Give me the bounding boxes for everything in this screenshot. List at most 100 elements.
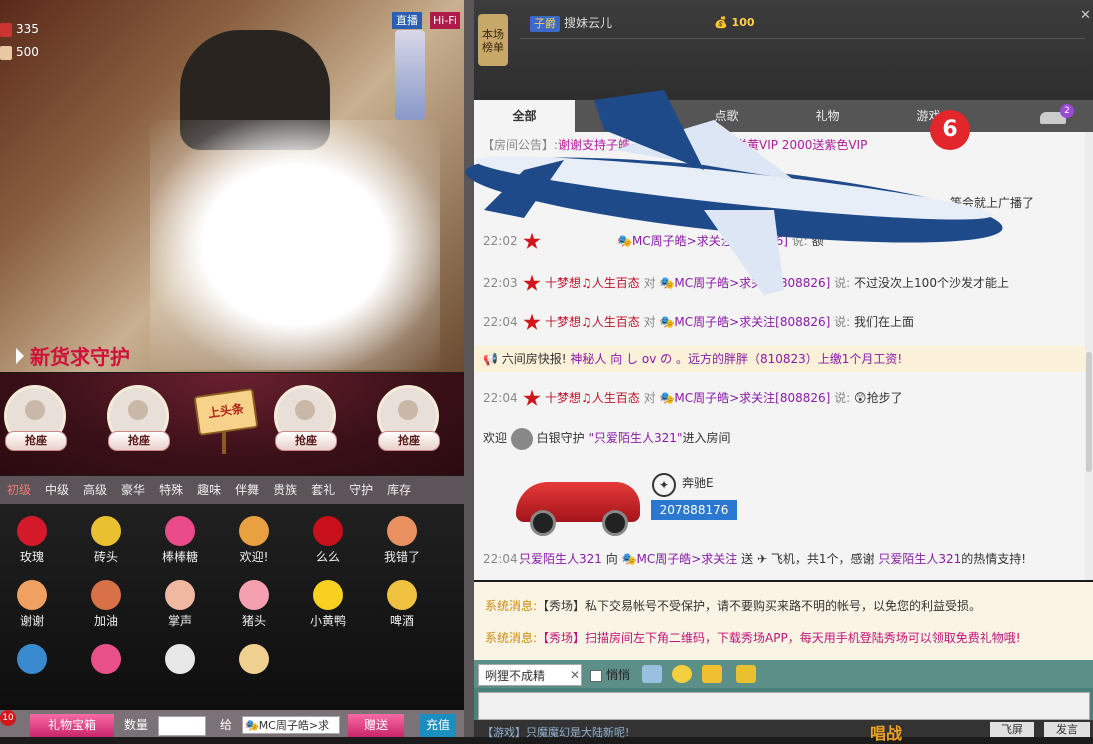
gift-item[interactable]: 加油	[76, 568, 136, 628]
chat-tab[interactable]: 聊天	[575, 100, 676, 132]
grab-seat-button[interactable]: 抢座	[108, 431, 170, 451]
message-to-user[interactable]: 🎭MC周子皓>求关注[808826]	[659, 391, 830, 405]
message-to-user[interactable]: 🎭MC周子皓>求关注[808826]	[659, 315, 830, 329]
gift-item[interactable]: 猪头	[224, 568, 284, 628]
live-badge[interactable]: 直播	[392, 12, 422, 29]
seat-2[interactable]: 抢座	[106, 385, 170, 457]
gift-tab[interactable]: 趣味	[190, 476, 228, 504]
notice-text[interactable]: 谢谢支持子皓~点击此处充值500送黄VIP 2000送紫色VIP	[558, 138, 867, 152]
whisper-checkbox[interactable]: 悄悄	[590, 667, 630, 683]
image-icon[interactable]	[642, 665, 662, 683]
gift-item[interactable]: 谢谢	[2, 568, 62, 628]
gift-tab[interactable]: 特殊	[152, 476, 190, 504]
grab-seat-button[interactable]: 抢座	[5, 431, 67, 451]
gift-tab[interactable]: 库存	[380, 476, 418, 504]
headline-sign-button[interactable]: 上头条	[193, 388, 259, 436]
grab-seat-button[interactable]: 抢座	[275, 431, 337, 451]
gift-tab[interactable]: 中级	[38, 476, 76, 504]
broadcast-message: 📢 六间房快报! 神秘人 向 し ov の 。远方的胖胖（810823）上缴1个…	[474, 346, 1085, 372]
gift-item[interactable]	[2, 632, 62, 692]
recipient-field[interactable]: 🎭MC周子皓>求	[242, 716, 340, 734]
emoji-icon[interactable]	[672, 665, 692, 683]
gift-item[interactable]: 啤酒	[372, 568, 432, 628]
welcome-user[interactable]: "只爱陌生人321"	[589, 431, 683, 445]
gift-item[interactable]: 小黄鸭	[298, 568, 358, 628]
seat-3[interactable]: 抢座	[273, 385, 337, 457]
gift-item[interactable]	[224, 632, 284, 692]
rank-user-name[interactable]: 搜妹云儿	[564, 16, 612, 30]
message-to-user[interactable]: 🎭MC周子皓>求关注[808826]	[659, 276, 830, 290]
gift-name: 猪头	[241, 614, 266, 628]
hifi-badge[interactable]: Hi-Fi	[430, 12, 460, 29]
panel-divider[interactable]	[464, 0, 474, 737]
gift-icon	[239, 580, 269, 610]
coin-count: 💰 100	[714, 12, 755, 34]
rank-entry[interactable]: 子爵 搜妹云儿	[530, 12, 612, 34]
gift-item[interactable]	[76, 632, 136, 692]
grab-seat-button[interactable]: 抢座	[378, 431, 440, 451]
gift-item[interactable]: 玫瑰	[2, 504, 62, 564]
gift-tab[interactable]: 套礼	[304, 476, 342, 504]
chat-message: 22:04 十梦想♫人生百态 对 🎭MC周子皓>求关注[808826] 说: 😲抢…	[474, 385, 1085, 411]
chat-tab[interactable]: 全部	[474, 100, 575, 132]
microphone-image	[395, 30, 425, 120]
car-image	[516, 472, 644, 536]
gift-recipient[interactable]: 🎭MC周子皓>求关注	[622, 552, 738, 566]
war-logo[interactable]: 唱战	[870, 720, 902, 744]
chat-tab[interactable]: 礼物	[777, 100, 878, 132]
close-icon[interactable]: ✕	[1080, 8, 1091, 23]
welcome-prefix: 欢迎	[483, 431, 508, 445]
rank-list-tag[interactable]: 本场榜单	[478, 14, 508, 66]
game-tip[interactable]: 【游戏】只魔魔幻是大陆新呢!	[482, 724, 629, 740]
room-notice[interactable]: 【房间公告】:谢谢支持子皓~点击此处充值500送黄VIP 2000送紫色VIP	[474, 136, 867, 154]
gift-sender[interactable]: 只爱陌生人321	[519, 552, 602, 566]
gift-item[interactable]: 么么	[298, 504, 358, 564]
message-user[interactable]: 十梦想♫人生百态	[545, 391, 640, 405]
fly-screen-button[interactable]: 飞屏	[990, 722, 1034, 737]
vip-icon[interactable]	[702, 665, 722, 683]
gift-box-button[interactable]: 礼物宝箱	[30, 714, 114, 737]
gift-tab[interactable]: 贵族	[266, 476, 304, 504]
message-user[interactable]: 十梦想♫人生百态	[545, 276, 640, 290]
message-user[interactable]: 十梦想♫人生百态	[545, 315, 640, 329]
chat-text-input[interactable]	[478, 692, 1090, 720]
welcome-suffix: 进入房间	[682, 431, 731, 445]
checkbox[interactable]	[590, 669, 602, 682]
gift-item[interactable]	[150, 632, 210, 692]
chat-tabs: 全部 聊天 点歌 礼物 游戏	[474, 100, 1093, 132]
video-player[interactable]	[0, 0, 464, 372]
scrollbar-thumb[interactable]	[1086, 352, 1092, 472]
gift-tab[interactable]: 伴舞	[228, 476, 266, 504]
guard-icon[interactable]	[736, 665, 756, 683]
gift-item[interactable]: 棒棒糖	[150, 504, 210, 564]
gift-tab[interactable]: 初级	[0, 476, 38, 504]
gift-tab[interactable]: 高级	[76, 476, 114, 504]
message-time: 22:04	[483, 552, 518, 566]
quantity-input[interactable]	[158, 716, 206, 736]
chat-scrollbar[interactable]	[1085, 132, 1093, 580]
stat-fortune-value: 335	[16, 22, 39, 36]
seat-4[interactable]: 抢座	[376, 385, 440, 457]
divider	[520, 38, 1085, 39]
system-text[interactable]: 【秀场】扫描房间左下角二维码，下载秀场APP，每天用手机登陆秀场可以领取免费礼物…	[537, 631, 1021, 645]
send-gift-button[interactable]: 赠送	[348, 714, 404, 737]
message-to-user[interactable]: 🎭MC周子皓>求关注[808826]	[617, 234, 788, 248]
send-message-button[interactable]: 发言	[1044, 722, 1090, 737]
chat-tab[interactable]: 点歌	[676, 100, 777, 132]
clear-target-icon[interactable]: ✕	[570, 664, 580, 686]
gift-thanks-user[interactable]: 只爱陌生人321	[878, 552, 961, 566]
broadcast-text[interactable]: 神秘人 向 し ov の 。远方的胖胖（810823）上缴1个月工资!	[570, 352, 902, 366]
system-text: 【秀场】私下交易帐号不受保护，请不要购买来路不明的帐号，以免您的利益受损。	[537, 599, 982, 613]
gift-tab[interactable]: 守护	[342, 476, 380, 504]
gift-item[interactable]: 我错了	[372, 504, 432, 564]
chat-target-select[interactable]: 咧狸不成精	[478, 664, 582, 686]
gift-name: 么么	[315, 550, 340, 564]
car-id-badge[interactable]: 207888176	[651, 500, 737, 520]
gift-item[interactable]: 掌声	[150, 568, 210, 628]
seat-1[interactable]: 抢座	[3, 385, 67, 457]
stat-fortune: 335	[0, 20, 39, 38]
gift-tab[interactable]: 豪华	[114, 476, 152, 504]
recharge-button[interactable]: 充值	[420, 714, 456, 737]
gift-item[interactable]: 欢迎!	[224, 504, 284, 564]
gift-item[interactable]: 砖头	[76, 504, 136, 564]
